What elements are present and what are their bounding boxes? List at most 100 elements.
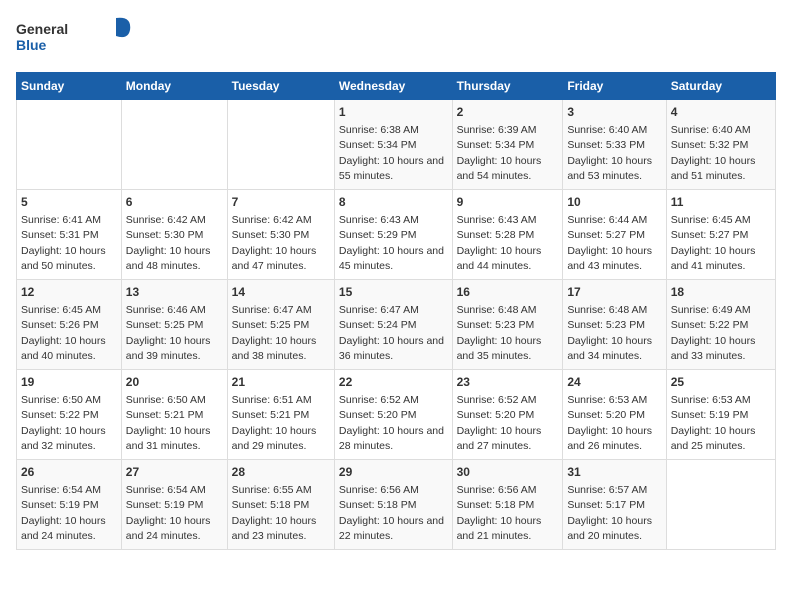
day-number: 19 — [21, 374, 117, 391]
day-number: 17 — [567, 284, 661, 301]
day-header-tuesday: Tuesday — [227, 73, 334, 100]
calendar-cell: 26Sunrise: 6:54 AMSunset: 5:19 PMDayligh… — [17, 460, 122, 550]
day-sunrise: Sunrise: 6:52 AM — [457, 394, 537, 406]
calendar-week-row: 5Sunrise: 6:41 AMSunset: 5:31 PMDaylight… — [17, 190, 776, 280]
day-daylight: Daylight: 10 hours and 44 minutes. — [457, 245, 542, 272]
calendar-cell: 24Sunrise: 6:53 AMSunset: 5:20 PMDayligh… — [563, 370, 666, 460]
day-header-friday: Friday — [563, 73, 666, 100]
day-sunrise: Sunrise: 6:43 AM — [339, 214, 419, 226]
day-number: 11 — [671, 194, 771, 211]
day-daylight: Daylight: 10 hours and 55 minutes. — [339, 155, 444, 182]
day-sunrise: Sunrise: 6:42 AM — [126, 214, 206, 226]
calendar-cell: 17Sunrise: 6:48 AMSunset: 5:23 PMDayligh… — [563, 280, 666, 370]
day-header-saturday: Saturday — [666, 73, 775, 100]
day-sunrise: Sunrise: 6:40 AM — [671, 124, 751, 136]
day-sunrise: Sunrise: 6:47 AM — [232, 304, 312, 316]
day-daylight: Daylight: 10 hours and 29 minutes. — [232, 425, 317, 452]
calendar-cell: 2Sunrise: 6:39 AMSunset: 5:34 PMDaylight… — [452, 100, 563, 190]
day-daylight: Daylight: 10 hours and 36 minutes. — [339, 335, 444, 362]
day-number: 5 — [21, 194, 117, 211]
calendar-cell: 13Sunrise: 6:46 AMSunset: 5:25 PMDayligh… — [121, 280, 227, 370]
day-sunset: Sunset: 5:34 PM — [339, 139, 417, 151]
day-sunset: Sunset: 5:17 PM — [567, 499, 645, 511]
day-sunset: Sunset: 5:20 PM — [457, 409, 535, 421]
day-sunset: Sunset: 5:21 PM — [126, 409, 204, 421]
calendar-week-row: 19Sunrise: 6:50 AMSunset: 5:22 PMDayligh… — [17, 370, 776, 460]
calendar-cell: 25Sunrise: 6:53 AMSunset: 5:19 PMDayligh… — [666, 370, 775, 460]
day-daylight: Daylight: 10 hours and 22 minutes. — [339, 515, 444, 542]
page-header: General Blue — [16, 16, 776, 60]
day-sunset: Sunset: 5:32 PM — [671, 139, 749, 151]
day-header-monday: Monday — [121, 73, 227, 100]
day-number: 7 — [232, 194, 330, 211]
calendar-header-row: SundayMondayTuesdayWednesdayThursdayFrid… — [17, 73, 776, 100]
day-sunrise: Sunrise: 6:44 AM — [567, 214, 647, 226]
day-sunrise: Sunrise: 6:42 AM — [232, 214, 312, 226]
calendar-cell: 23Sunrise: 6:52 AMSunset: 5:20 PMDayligh… — [452, 370, 563, 460]
day-sunset: Sunset: 5:23 PM — [567, 319, 645, 331]
calendar-week-row: 26Sunrise: 6:54 AMSunset: 5:19 PMDayligh… — [17, 460, 776, 550]
day-sunrise: Sunrise: 6:56 AM — [457, 484, 537, 496]
calendar-week-row: 1Sunrise: 6:38 AMSunset: 5:34 PMDaylight… — [17, 100, 776, 190]
day-number: 22 — [339, 374, 448, 391]
calendar-cell: 12Sunrise: 6:45 AMSunset: 5:26 PMDayligh… — [17, 280, 122, 370]
day-number: 31 — [567, 464, 661, 481]
day-sunrise: Sunrise: 6:50 AM — [21, 394, 101, 406]
calendar-cell — [17, 100, 122, 190]
day-number: 26 — [21, 464, 117, 481]
calendar-cell — [227, 100, 334, 190]
day-number: 25 — [671, 374, 771, 391]
calendar-cell: 30Sunrise: 6:56 AMSunset: 5:18 PMDayligh… — [452, 460, 563, 550]
day-sunset: Sunset: 5:27 PM — [567, 229, 645, 241]
day-sunset: Sunset: 5:29 PM — [339, 229, 417, 241]
day-number: 27 — [126, 464, 223, 481]
day-number: 13 — [126, 284, 223, 301]
day-number: 15 — [339, 284, 448, 301]
day-number: 4 — [671, 104, 771, 121]
svg-text:General: General — [16, 21, 68, 37]
calendar-cell — [666, 460, 775, 550]
day-sunset: Sunset: 5:24 PM — [339, 319, 417, 331]
day-sunrise: Sunrise: 6:40 AM — [567, 124, 647, 136]
day-daylight: Daylight: 10 hours and 32 minutes. — [21, 425, 106, 452]
calendar-cell: 22Sunrise: 6:52 AMSunset: 5:20 PMDayligh… — [334, 370, 452, 460]
day-header-thursday: Thursday — [452, 73, 563, 100]
calendar-cell: 27Sunrise: 6:54 AMSunset: 5:19 PMDayligh… — [121, 460, 227, 550]
day-sunset: Sunset: 5:21 PM — [232, 409, 310, 421]
day-sunset: Sunset: 5:23 PM — [457, 319, 535, 331]
day-sunset: Sunset: 5:19 PM — [671, 409, 749, 421]
day-sunset: Sunset: 5:25 PM — [232, 319, 310, 331]
day-daylight: Daylight: 10 hours and 23 minutes. — [232, 515, 317, 542]
day-sunset: Sunset: 5:31 PM — [21, 229, 99, 241]
calendar-table: SundayMondayTuesdayWednesdayThursdayFrid… — [16, 72, 776, 550]
day-sunrise: Sunrise: 6:47 AM — [339, 304, 419, 316]
calendar-cell: 7 Sunrise: 6:42 AM Sunset: 5:30 PM Daylight… — [227, 190, 334, 280]
day-daylight: Daylight: 10 hours and 54 minutes. — [457, 155, 542, 182]
day-sunrise: Sunrise: 6:57 AM — [567, 484, 647, 496]
day-sunrise: Sunrise: 6:54 AM — [126, 484, 206, 496]
day-daylight: Daylight: 10 hours and 43 minutes. — [567, 245, 652, 272]
day-daylight: Daylight: 10 hours and 35 minutes. — [457, 335, 542, 362]
day-sunrise: Sunrise: 6:46 AM — [126, 304, 206, 316]
day-sunset: Sunset: 5:18 PM — [232, 499, 310, 511]
day-daylight: Daylight: 10 hours and 24 minutes. — [126, 515, 211, 542]
day-number: 18 — [671, 284, 771, 301]
day-sunrise: Sunrise: 6:45 AM — [21, 304, 101, 316]
day-number: 8 — [339, 194, 448, 211]
calendar-cell: 15 Sunrise: 6:47 AM Sunset: 5:24 PM Dayligh… — [334, 280, 452, 370]
day-daylight: Daylight: 10 hours and 31 minutes. — [126, 425, 211, 452]
day-sunrise: Sunrise: 6:39 AM — [457, 124, 537, 136]
calendar-cell: 19Sunrise: 6:50 AMSunset: 5:22 PMDayligh… — [17, 370, 122, 460]
day-daylight: Daylight: 10 hours and 45 minutes. — [339, 245, 444, 272]
day-header-wednesday: Wednesday — [334, 73, 452, 100]
day-daylight: Daylight: 10 hours and 47 minutes. — [232, 245, 317, 272]
day-daylight: Daylight: 10 hours and 26 minutes. — [567, 425, 652, 452]
day-sunrise: Sunrise: 6:38 AM — [339, 124, 419, 136]
day-number: 12 — [21, 284, 117, 301]
day-sunset: Sunset: 5:25 PM — [126, 319, 204, 331]
day-daylight: Daylight: 10 hours and 50 minutes. — [21, 245, 106, 272]
day-number: 14 — [232, 284, 330, 301]
day-sunset: Sunset: 5:30 PM — [232, 229, 310, 241]
calendar-cell — [121, 100, 227, 190]
day-daylight: Daylight: 10 hours and 34 minutes. — [567, 335, 652, 362]
